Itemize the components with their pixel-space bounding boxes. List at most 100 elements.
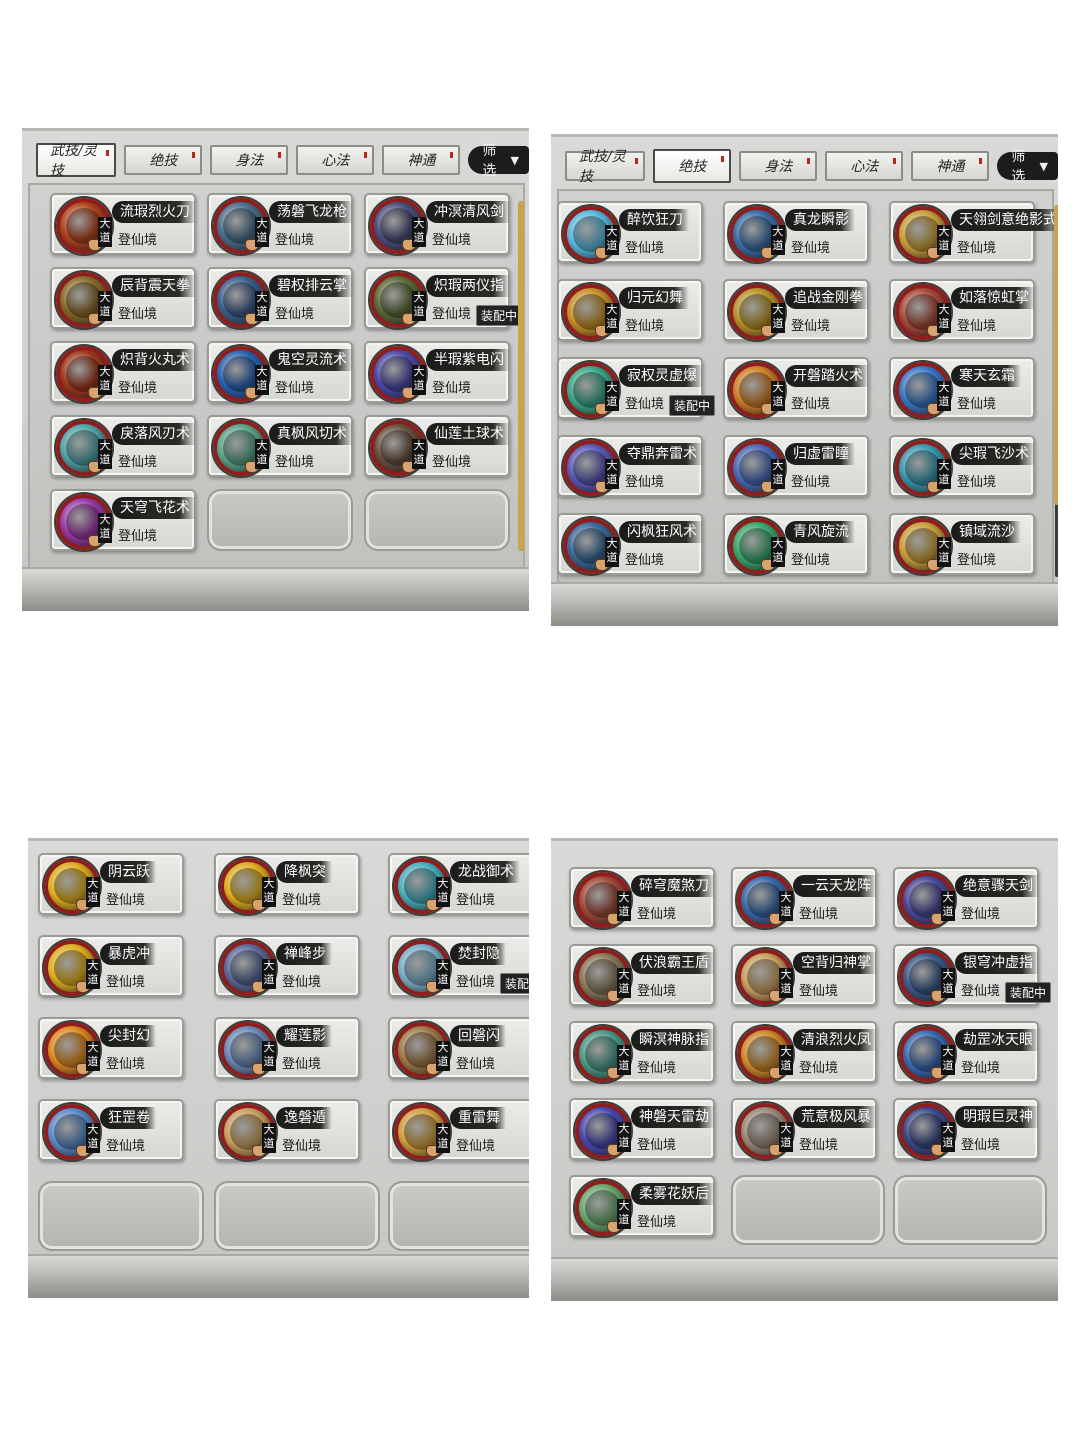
skill-card[interactable]: 大道 荒意极风暴 登仙境: [731, 1098, 877, 1160]
skill-card[interactable]: 大道 降枫突 登仙境: [214, 853, 360, 915]
tab-bar: 武技/灵技 绝技 身法 心法 神通 筛选 ▼: [36, 143, 529, 179]
skill-card[interactable]: 大道 天翎剑意绝影式 登仙境: [889, 201, 1058, 263]
skill-card[interactable]: 大道 劫罡冰天眼 登仙境: [893, 1021, 1039, 1083]
skill-card[interactable]: 大道 天穹飞花术 登仙境: [50, 489, 196, 551]
skill-name: 夺鼎奔雷术: [619, 443, 703, 465]
skill-name: 荡磐飞龙枪: [269, 201, 353, 223]
realm-label: 登仙境: [799, 907, 839, 922]
skill-card[interactable]: 大道焚封隐登仙境装配中: [388, 935, 529, 997]
skill-card[interactable]: 大道 禅峰步 登仙境: [214, 935, 360, 997]
dadao-badge: 大道: [255, 291, 269, 321]
dadao-badge: 大道: [771, 225, 785, 255]
skill-name: 焚封隐: [450, 943, 506, 965]
scrollbar-thumb[interactable]: [1054, 205, 1058, 505]
triangle-down-icon: ▼: [510, 153, 519, 167]
skill-card[interactable]: 大道 辰背震天拳 登仙境: [50, 267, 196, 329]
dadao-badge: 大道: [617, 1122, 631, 1152]
skill-card[interactable]: 大道 冲溟清风剑 登仙境: [364, 193, 510, 255]
skill-card[interactable]: 大道 寒天玄霜 登仙境: [889, 357, 1035, 419]
skill-card[interactable]: 大道 逸磐遁 登仙境: [214, 1099, 360, 1161]
skill-name: 天穹飞花术: [112, 497, 196, 519]
skill-name: 如落惊虹掌: [951, 287, 1035, 309]
scrollbar[interactable]: [518, 201, 524, 551]
tab-2[interactable]: 身法: [739, 151, 818, 181]
skill-card[interactable]: 大道 暴虎冲 登仙境: [38, 935, 184, 997]
realm-label: 登仙境: [456, 1139, 496, 1154]
realm-label: 登仙境: [282, 1057, 322, 1072]
skill-card[interactable]: 大道 流瑕烈火刀 登仙境: [50, 193, 196, 255]
dadao-badge: 大道: [436, 1123, 450, 1153]
skill-card[interactable]: 大道 青风旋流 登仙境: [723, 513, 869, 575]
skill-card[interactable]: 大道 荡磐飞龙枪 登仙境: [207, 193, 353, 255]
skill-card[interactable]: 大道 闪枫狂风术 登仙境: [557, 513, 703, 575]
realm-label: 登仙境: [637, 1061, 677, 1076]
skill-card[interactable]: 大道 醉饮狂刀 登仙境: [557, 201, 703, 263]
skill-card[interactable]: 大道 阴云跃 登仙境: [38, 853, 184, 915]
realm-label: 登仙境: [456, 975, 496, 990]
skill-card[interactable]: 大道 半瑕紫电闪 登仙境: [364, 341, 510, 403]
skill-card[interactable]: 大道 炽背火丸术 登仙境: [50, 341, 196, 403]
skill-card[interactable]: 大道 空背归神掌 登仙境: [731, 944, 877, 1006]
tab-0[interactable]: 武技/灵技: [36, 143, 117, 179]
skill-card[interactable]: 大道 寂权灵虚爆 登仙境 装配中: [557, 357, 715, 419]
skill-card[interactable]: 大道 真枫风切术 登仙境: [207, 415, 353, 477]
tab-2[interactable]: 身法: [210, 145, 289, 175]
skill-card[interactable]: 大道 柔雾花妖后 登仙境: [569, 1175, 715, 1237]
skill-card[interactable]: 大道 鬼空灵流术 登仙境: [207, 341, 353, 403]
skill-card[interactable]: 大道 镇域流沙 登仙境: [889, 513, 1035, 575]
tab-1[interactable]: 绝技: [653, 149, 732, 183]
filter-button[interactable]: 筛选 ▼: [468, 143, 529, 179]
skill-card[interactable]: 大道 碎穹魔煞刀 登仙境: [569, 867, 715, 929]
dadao-badge: 大道: [937, 459, 951, 489]
skill-card[interactable]: 大道 真龙瞬影 登仙境: [723, 201, 869, 263]
tab-1[interactable]: 绝技: [124, 145, 203, 175]
equipped-badge: 装配中: [1004, 982, 1051, 1003]
tab-3[interactable]: 心法: [825, 151, 904, 181]
skill-name: 伏浪霸王盾: [631, 952, 715, 974]
realm-label: 登仙境: [961, 1138, 1001, 1153]
skill-card[interactable]: 大道 神磐天雷劫 登仙境: [569, 1098, 715, 1160]
skill-card[interactable]: 大道 仙莲土球术 登仙境: [364, 415, 510, 477]
skill-name: 冲溟清风剑: [426, 201, 510, 223]
skill-name: 闪枫狂风术: [619, 521, 703, 543]
skill-card[interactable]: 大道 重雷舞 登仙境: [388, 1099, 529, 1161]
skill-card[interactable]: 大道 追战金刚拳 登仙境: [723, 279, 869, 341]
realm-label: 登仙境: [791, 319, 831, 334]
skill-card[interactable]: 大道 归元幻舞 登仙境: [557, 279, 703, 341]
skill-name: 碎穹魔煞刀: [631, 875, 715, 897]
tab-4[interactable]: 神通: [911, 151, 990, 181]
skill-name: 真龙瞬影: [785, 209, 855, 231]
skill-card[interactable]: 大道 归虚雷瞳 登仙境: [723, 435, 869, 497]
tab-4[interactable]: 神通: [382, 145, 461, 175]
skill-card[interactable]: 大道 瞬溟神脉指 登仙境: [569, 1021, 715, 1083]
skill-card[interactable]: 大道 银穹冲虚指 登仙境 装配中: [893, 944, 1051, 1006]
dadao-badge: 大道: [412, 439, 426, 469]
skill-card[interactable]: 大道 一云天龙阵 登仙境: [731, 867, 877, 929]
skill-card[interactable]: 大道 夺鼎奔雷术 登仙境: [557, 435, 703, 497]
skill-card[interactable]: 大道 狂罡卷 登仙境: [38, 1099, 184, 1161]
skill-panel-wuji: 武技/灵技 绝技 身法 心法 神通 筛选 ▼ 大道 流瑕烈火刀 登仙境 大道 荡磐飞龙枪 登仙境 大道 冲溟…: [22, 128, 529, 611]
skill-card[interactable]: 大道 清浪烈火凤 登仙境: [731, 1021, 877, 1083]
skill-card[interactable]: 大道 尖瑕飞沙术 登仙境: [889, 435, 1035, 497]
skill-card[interactable]: 大道 尖封幻 登仙境: [38, 1017, 184, 1079]
skill-name: 回磐闪: [450, 1025, 506, 1047]
skill-card[interactable]: 大道 耀莲影 登仙境: [214, 1017, 360, 1079]
skill-card[interactable]: 大道 回磐闪 登仙境: [388, 1017, 529, 1079]
skill-card[interactable]: 大道 炽瑕两仪指 登仙境 装配中: [364, 267, 522, 329]
skill-name: 暴虎冲: [100, 943, 156, 965]
skill-card[interactable]: 大道 龙战御术 登仙境: [388, 853, 529, 915]
filter-button[interactable]: 筛选 ▼: [997, 149, 1058, 185]
skill-card[interactable]: 大道 伏浪霸王盾 登仙境: [569, 944, 715, 1006]
skill-card[interactable]: 大道 明瑕巨灵神 登仙境: [893, 1098, 1039, 1160]
scrollbar-thumb[interactable]: [518, 201, 524, 551]
skill-card[interactable]: 大道 戾落风刃术 登仙境: [50, 415, 196, 477]
skill-card[interactable]: 大道 开磐踏火术 登仙境: [723, 357, 869, 419]
dadao-badge: 大道: [617, 968, 631, 998]
tab-3[interactable]: 心法: [296, 145, 375, 175]
skill-card[interactable]: 大道 碧权排云掌 登仙境: [207, 267, 353, 329]
skill-card[interactable]: 大道 绝意骤天剑 登仙境: [893, 867, 1039, 929]
scrollbar[interactable]: [1054, 205, 1058, 577]
tab-0[interactable]: 武技/灵技: [565, 149, 646, 185]
skill-card[interactable]: 大道 如落惊虹掌 登仙境: [889, 279, 1035, 341]
dadao-badge: 大道: [779, 1045, 793, 1075]
